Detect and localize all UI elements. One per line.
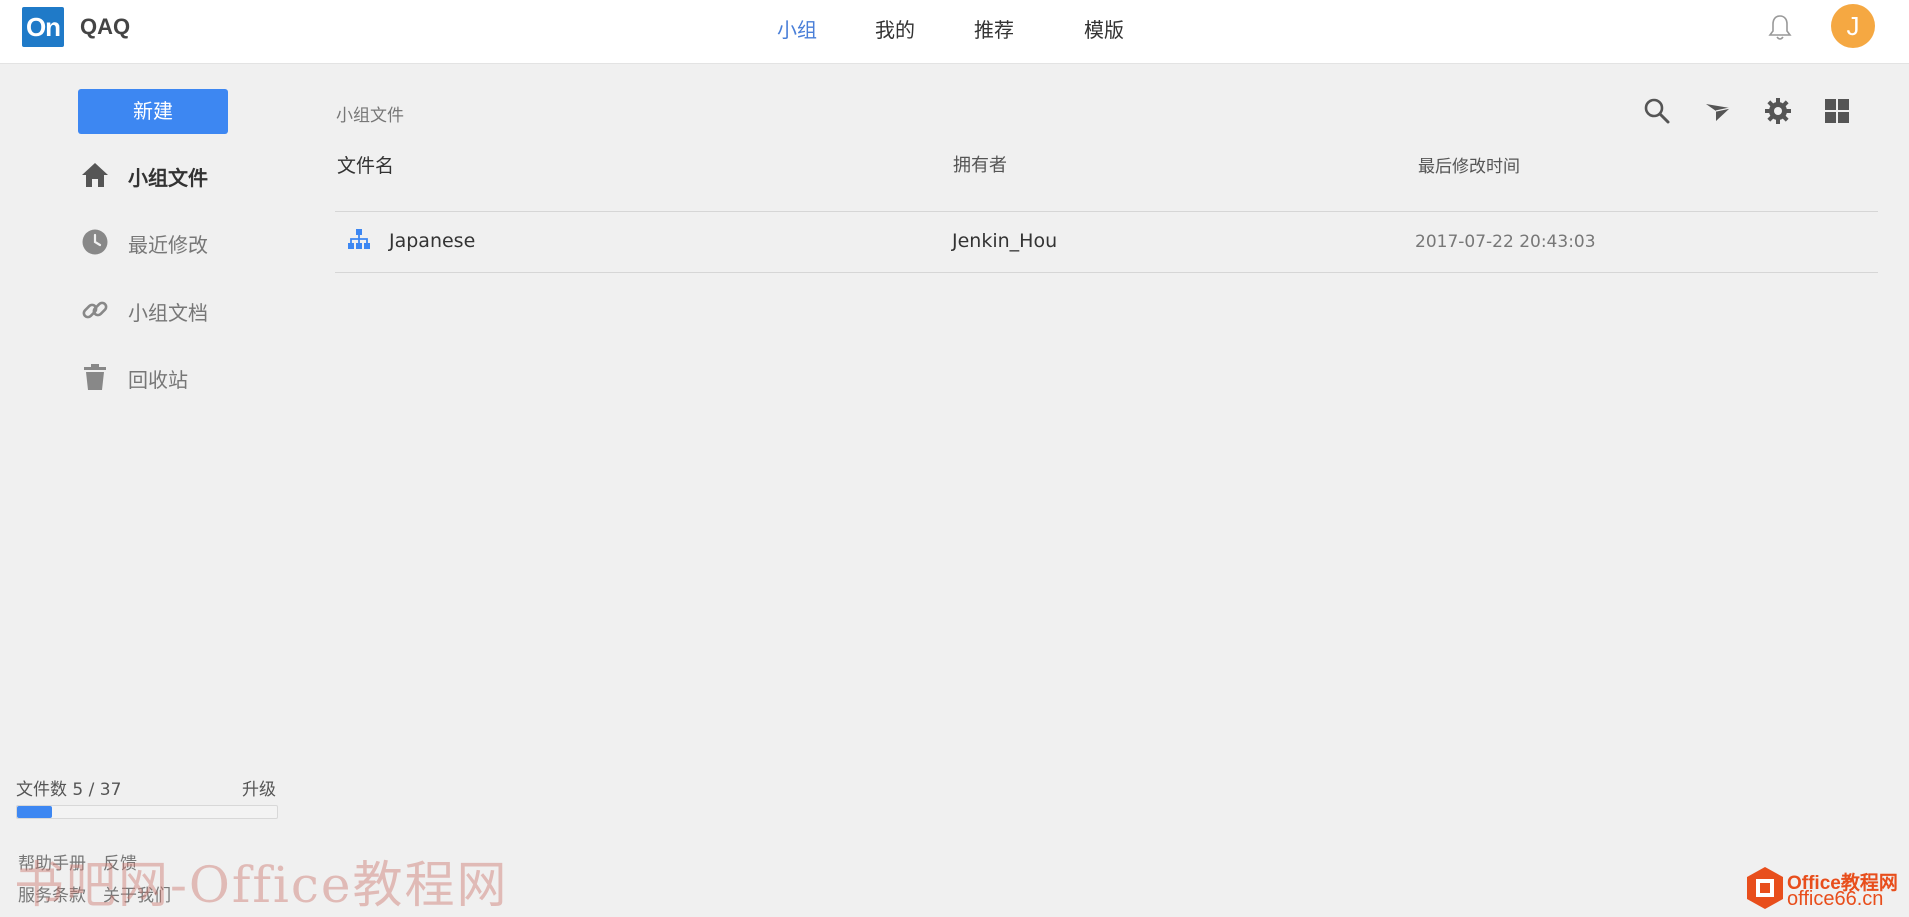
top-bar: On QAQ 小组 我的 推荐 模版 J (0, 0, 1909, 64)
org-chart-icon (348, 229, 370, 249)
table-row[interactable]: Japanese Jenkin_Hou 2017-07-22 20:43:03 (335, 212, 1878, 272)
bell-icon[interactable] (1764, 12, 1796, 44)
column-header-modified[interactable]: 最后修改时间 (1418, 152, 1520, 177)
trash-icon (84, 364, 106, 390)
sidebar-item-group-docs[interactable]: 小组文档 (80, 291, 280, 331)
grid-view-icon[interactable] (1822, 96, 1852, 126)
home-icon (82, 163, 108, 187)
watermark-url: office66.cn (1787, 888, 1884, 910)
search-icon[interactable] (1642, 96, 1672, 126)
file-count: 文件数 5 / 37 (16, 780, 122, 800)
sidebar-item-recent[interactable]: 最近修改 (80, 223, 280, 263)
sidebar-item-group-files[interactable]: 小组文件 (80, 156, 280, 196)
breadcrumb: 小组文件 (336, 106, 404, 126)
sidebar-item-trash[interactable]: 回收站 (80, 358, 280, 398)
sidebar-item-label: 小组文件 (128, 166, 208, 190)
watermark: 书吧网-Office教程网 (14, 856, 509, 914)
divider (335, 272, 1878, 273)
file-quota-bar (16, 805, 278, 819)
nav-recommended[interactable]: 推荐 (974, 14, 1014, 43)
file-owner: Jenkin_Hou (952, 230, 1058, 252)
column-header-name[interactable]: 文件名 (337, 151, 394, 178)
file-quota-fill (17, 806, 53, 818)
app-logo[interactable]: On (22, 7, 64, 47)
sidebar-item-label: 小组文档 (128, 301, 208, 325)
new-button[interactable]: 新建 (78, 89, 228, 134)
nav-templates[interactable]: 模版 (1084, 14, 1124, 43)
watermark-logo: Office教程网 office66.cn (1745, 866, 1905, 911)
nav-group[interactable]: 小组 (777, 14, 817, 43)
clock-icon (82, 229, 108, 255)
link-icon (82, 301, 108, 319)
app-name: QAQ (80, 14, 131, 39)
sidebar-item-label: 回收站 (128, 368, 188, 392)
nav-mine[interactable]: 我的 (875, 14, 915, 43)
sidebar-item-label: 最近修改 (128, 233, 208, 257)
upgrade-link[interactable]: 升级 (242, 775, 276, 800)
file-name[interactable]: Japanese (389, 230, 475, 252)
office-logo-icon (1747, 867, 1783, 909)
column-header-owner[interactable]: 拥有者 (953, 151, 1007, 177)
gear-icon[interactable] (1763, 96, 1793, 126)
send-icon[interactable] (1703, 96, 1733, 126)
avatar[interactable]: J (1831, 4, 1875, 48)
file-modified-time: 2017-07-22 20:43:03 (1415, 232, 1596, 252)
